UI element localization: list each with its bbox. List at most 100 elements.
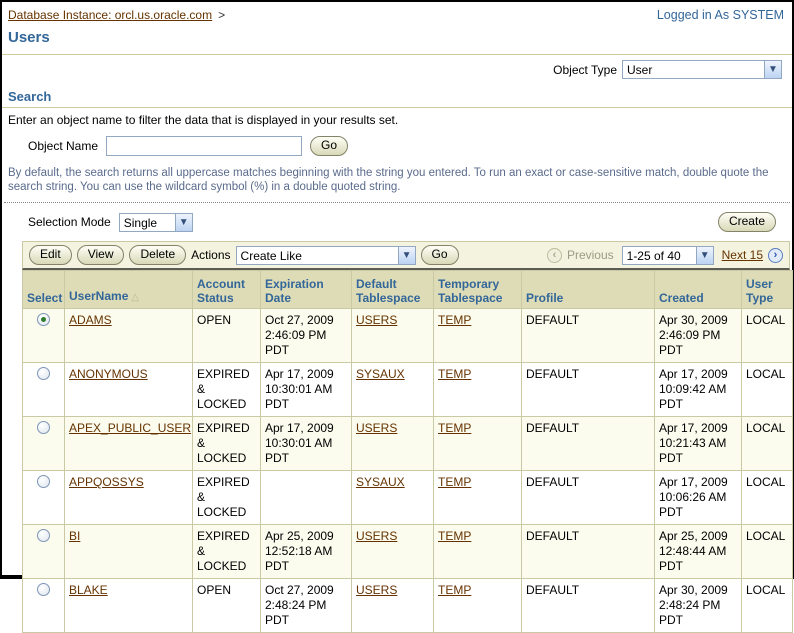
column-header-profile: Profile (521, 270, 655, 309)
object-name-label: Object Name (28, 139, 99, 153)
username-link[interactable]: ANONYMOUS (69, 367, 148, 381)
created-cell: Apr 30, 2009 2:48:24 PM PDT (654, 578, 742, 633)
chevron-down-icon: ▼ (397, 246, 415, 264)
account-status-cell: EXPIRED & LOCKED (192, 416, 261, 471)
profile-cell: DEFAULT (521, 362, 655, 417)
chevron-down-icon: ▼ (764, 61, 781, 78)
column-header-select: Select (22, 270, 65, 309)
column-header-expiration-date: Expiration Date (260, 270, 352, 309)
created-cell: Apr 17, 2009 10:06:26 AM PDT (654, 470, 742, 525)
temporary-tablespace-link[interactable]: TEMP (438, 583, 471, 597)
table-row: ADAMS OPEN Oct 27, 2009 2:46:09 PM PDT USER… (22, 308, 793, 363)
temporary-tablespace-cell: TEMP (433, 524, 522, 579)
username-cell: APEX_PUBLIC_USER (64, 416, 193, 471)
search-hint-text: By default, the search returns all upper… (8, 167, 769, 193)
default-tablespace-link[interactable]: USERS (356, 421, 397, 435)
account-status-cell: EXPIRED & LOCKED (192, 524, 261, 579)
default-tablespace-cell: USERS (351, 578, 434, 633)
search-go-button[interactable]: Go (310, 136, 349, 156)
table-header-row: Select UserName △ Account Status Expirati… (22, 270, 793, 309)
selection-mode-label: Selection Mode (28, 215, 111, 229)
username-cell: ADAMS (64, 308, 193, 363)
table-row: ANONYMOUS EXPIRED & LOCKED Apr 17, 2009 10… (22, 362, 793, 417)
username-link[interactable]: APEX_PUBLIC_USER (69, 421, 191, 435)
select-cell (22, 362, 65, 417)
expiration-date-cell (260, 470, 352, 525)
column-header-username[interactable]: UserName △ (64, 270, 193, 309)
temporary-tablespace-cell: TEMP (433, 416, 522, 471)
user-type-cell: LOCAL (741, 416, 793, 471)
selection-mode-select[interactable]: Single ▼ (118, 212, 193, 232)
username-link[interactable]: BI (69, 529, 80, 543)
view-button[interactable]: View (76, 245, 125, 265)
breadcrumb: Database Instance: orcl.us.oracle.com > (8, 8, 225, 22)
next-page-icon[interactable]: › (768, 247, 783, 263)
default-tablespace-cell: USERS (351, 416, 434, 471)
breadcrumb-separator: > (218, 8, 226, 22)
breadcrumb-link-database-instance[interactable]: Database Instance: orcl.us.oracle.com (8, 8, 212, 22)
default-tablespace-link[interactable]: SYSAUX (356, 367, 405, 381)
username-link[interactable]: BLAKE (69, 583, 108, 597)
column-header-account-status: Account Status (192, 270, 261, 309)
actions-go-button[interactable]: Go (420, 245, 459, 265)
temporary-tablespace-link[interactable]: TEMP (438, 367, 471, 381)
select-cell (22, 416, 65, 471)
default-tablespace-link[interactable]: USERS (356, 529, 397, 543)
row-select-radio[interactable] (37, 475, 50, 488)
account-status-cell: EXPIRED & LOCKED (192, 470, 261, 525)
chevron-down-icon: ▼ (174, 213, 192, 231)
column-header-temporary-tablespace: Temporary Tablespace (433, 270, 522, 309)
select-cell (22, 578, 65, 633)
actions-label: Actions (191, 248, 231, 262)
object-type-select[interactable]: User ▼ (622, 60, 782, 79)
object-name-input[interactable] (106, 136, 303, 156)
user-type-cell: LOCAL (741, 578, 793, 633)
temporary-tablespace-link[interactable]: TEMP (438, 529, 471, 543)
temporary-tablespace-cell: TEMP (433, 362, 522, 417)
top-bar: Database Instance: orcl.us.oracle.com > L… (2, 2, 792, 22)
actions-select[interactable]: Create Like ▼ (235, 245, 416, 265)
search-instruction: Enter an object name to filter the data … (8, 113, 399, 127)
created-cell: Apr 30, 2009 2:46:09 PM PDT (654, 308, 742, 363)
default-tablespace-link[interactable]: USERS (356, 313, 397, 327)
previous-label: Previous (566, 248, 614, 262)
profile-cell: DEFAULT (521, 470, 655, 525)
row-select-radio[interactable] (37, 367, 50, 380)
default-tablespace-cell: USERS (351, 524, 434, 579)
username-link[interactable]: APPQOSSYS (69, 475, 144, 489)
previous-page-icon: ‹ (546, 247, 562, 263)
account-status-cell: OPEN (192, 578, 261, 633)
users-table-body: ADAMS OPEN Oct 27, 2009 2:46:09 PM PDT USER… (22, 308, 793, 633)
created-cell: Apr 25, 2009 12:48:44 AM PDT (654, 524, 742, 579)
username-cell: BI (64, 524, 193, 579)
row-select-radio[interactable] (37, 313, 50, 326)
row-select-radio[interactable] (37, 583, 50, 596)
temporary-tablespace-link[interactable]: TEMP (438, 421, 471, 435)
default-tablespace-link[interactable]: USERS (356, 583, 397, 597)
profile-cell: DEFAULT (521, 524, 655, 579)
user-type-cell: LOCAL (741, 308, 793, 363)
expiration-date-cell: Oct 27, 2009 2:48:24 PM PDT (260, 578, 352, 633)
next-link[interactable]: Next 15 (722, 248, 763, 262)
create-button[interactable]: Create (717, 212, 776, 232)
expiration-date-cell: Apr 25, 2009 12:52:18 AM PDT (260, 524, 352, 579)
object-type-row: Object Type User ▼ (2, 55, 792, 81)
page-title: Users (2, 22, 792, 55)
row-select-radio[interactable] (37, 529, 50, 542)
temporary-tablespace-link[interactable]: TEMP (438, 313, 471, 327)
edit-button[interactable]: Edit (29, 245, 72, 265)
table-row: BI EXPIRED & LOCKED Apr 25, 2009 12:52:18 … (22, 524, 793, 579)
temporary-tablespace-cell: TEMP (433, 470, 522, 525)
default-tablespace-link[interactable]: SYSAUX (356, 475, 405, 489)
record-range-select[interactable]: 1-25 of 40 ▼ (621, 245, 714, 265)
delete-button[interactable]: Delete (129, 245, 187, 265)
table-row: APPQOSSYS EXPIRED & LOCKED SYSAUX TEMP DEFAU… (22, 470, 793, 525)
username-link[interactable]: ADAMS (69, 313, 112, 327)
row-select-radio[interactable] (37, 421, 50, 434)
record-range-value: 1-25 of 40 (626, 248, 681, 263)
search-section-heading: Search (2, 81, 792, 108)
expiration-date-cell: Apr 17, 2009 10:30:01 AM PDT (260, 416, 352, 471)
select-cell (22, 524, 65, 579)
temporary-tablespace-link[interactable]: TEMP (438, 475, 471, 489)
chevron-down-icon: ▼ (695, 246, 713, 264)
